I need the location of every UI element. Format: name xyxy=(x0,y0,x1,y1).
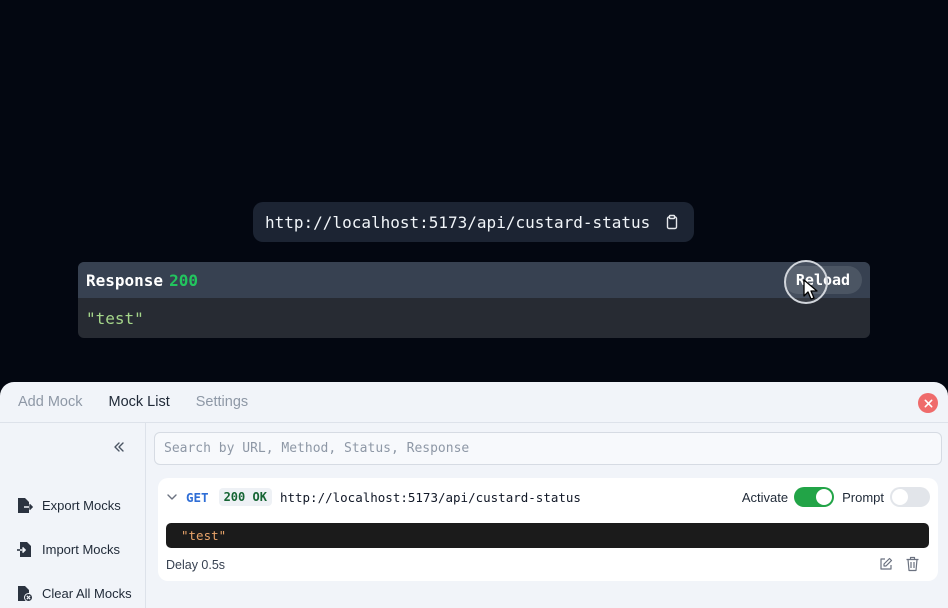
clear-file-icon xyxy=(18,586,33,602)
chevrons-left-icon[interactable] xyxy=(112,440,126,454)
sidebar-item-label: Export Mocks xyxy=(42,498,121,513)
close-button[interactable] xyxy=(918,393,938,413)
sidebar-item-import-mocks[interactable]: Import Mocks xyxy=(16,541,120,558)
response-label: Response xyxy=(86,270,164,290)
url-display: http://localhost:5173/api/custard-status xyxy=(253,202,694,242)
edit-icon[interactable] xyxy=(879,557,893,571)
import-file-icon xyxy=(17,542,31,557)
tab-settings[interactable]: Settings xyxy=(196,394,248,410)
tab-mock-list[interactable]: Mock List xyxy=(108,394,169,410)
response-header: Response 200 Reload xyxy=(78,262,870,298)
chevron-down-icon[interactable] xyxy=(166,491,178,503)
mock-item-header: GET 200 OK http://localhost:5173/api/cus… xyxy=(166,487,930,507)
mock-url: http://localhost:5173/api/custard-status xyxy=(279,489,581,505)
mock-list-main: GET 200 OK http://localhost:5173/api/cus… xyxy=(146,423,948,608)
response-title: Response 200 xyxy=(86,271,198,290)
tab-add-mock[interactable]: Add Mock xyxy=(18,394,82,410)
activate-label: Activate xyxy=(741,489,789,505)
sidebar-item-label: Import Mocks xyxy=(42,542,121,557)
export-file-icon xyxy=(18,498,33,513)
sidebar-item-export-mocks[interactable]: Export Mocks xyxy=(16,497,121,514)
clipboard-icon[interactable] xyxy=(664,214,680,230)
response-card: Response 200 Reload "test" xyxy=(78,262,870,338)
delay-text: Delay 0.5s xyxy=(166,558,226,572)
sidebar-item-clear-all-mocks[interactable]: Clear All Mocks xyxy=(16,585,132,602)
tab-bar: Add Mock Mock List Settings xyxy=(0,382,948,423)
url-text: http://localhost:5173/api/custard-status xyxy=(265,212,651,232)
mouse-pointer-icon xyxy=(803,279,818,300)
response-body: "test" xyxy=(86,309,144,328)
sidebar-item-label: Clear All Mocks xyxy=(42,586,132,601)
close-icon xyxy=(924,399,932,407)
prompt-label: Prompt xyxy=(842,489,884,505)
mock-item: GET 200 OK http://localhost:5173/api/cus… xyxy=(158,478,938,581)
prompt-toggle[interactable] xyxy=(890,487,930,507)
search-input[interactable] xyxy=(154,432,942,465)
mock-response-preview: "test" xyxy=(166,523,929,548)
mock-method: GET xyxy=(186,489,209,505)
sidebar: Export Mocks Import Mocks Clear All Mock… xyxy=(0,423,146,608)
trash-icon[interactable] xyxy=(905,556,920,572)
mock-panel: Add Mock Mock List Settings Export Mocks xyxy=(0,382,948,608)
status-badge: 200 OK xyxy=(218,488,272,506)
response-status-code: 200 xyxy=(169,270,198,290)
activate-toggle[interactable] xyxy=(794,487,835,507)
